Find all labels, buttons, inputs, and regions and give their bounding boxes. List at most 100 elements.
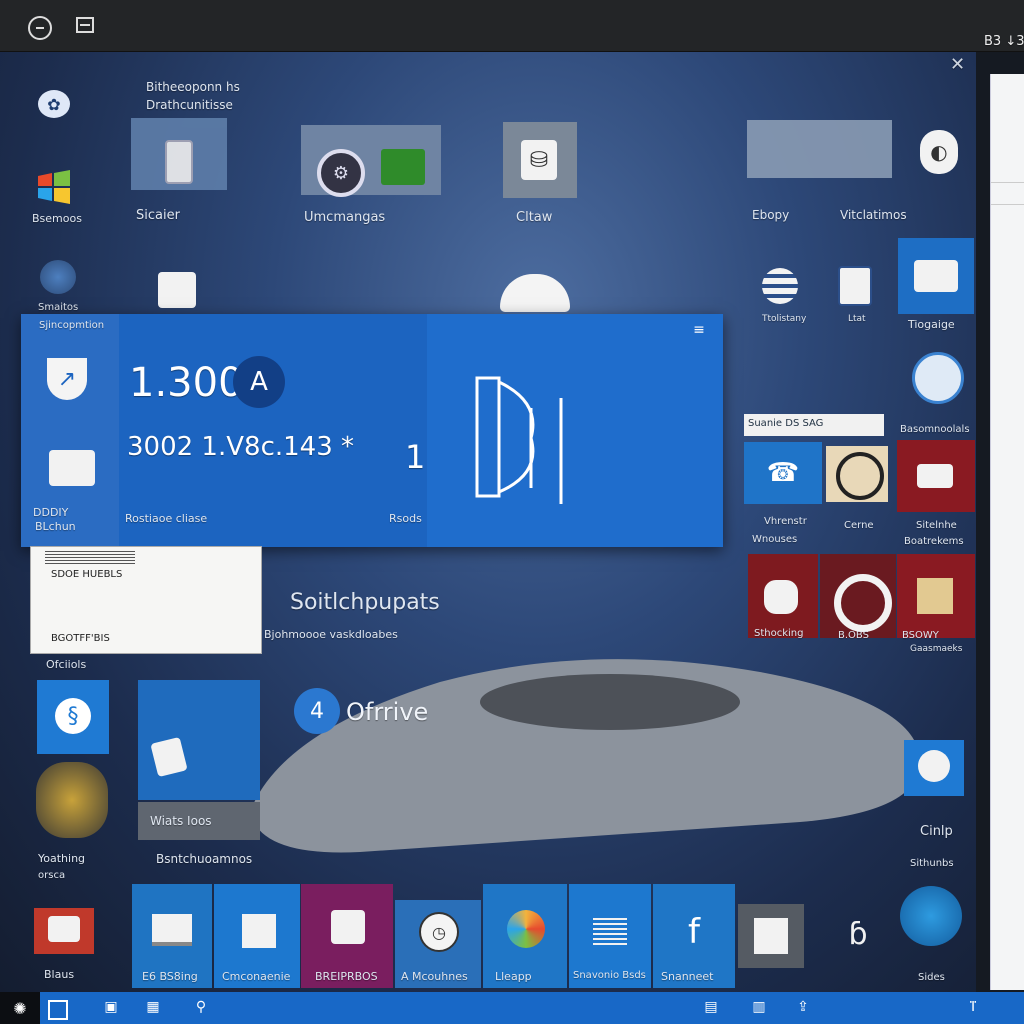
left-lower-label-2: Wiats Ioos — [150, 814, 212, 828]
start-desktop: ✕ Bitheeoponn hs Drathcunitisse ✿ Bsemoo… — [0, 52, 976, 992]
letter-f-icon: f — [688, 912, 700, 952]
bag-icon: ⛁ — [521, 140, 557, 180]
bottom-tile-7[interactable]: f Snanneet — [653, 884, 735, 988]
right-mid-header-left: Suanie DS SAG — [748, 418, 824, 429]
tray-right-icon[interactable]: ⴶ — [962, 996, 984, 1018]
close-icon[interactable]: ✕ — [950, 54, 965, 75]
briefcase-icon — [49, 450, 95, 486]
right-mid-header: Suanie DS SAG — [744, 414, 884, 436]
globe-icon[interactable]: ✿ — [38, 90, 70, 118]
hero-left-column: Sjincopmtion ↗ DDDIY BLchun — [21, 314, 119, 547]
left-lower-label-6: Blaus — [44, 968, 75, 981]
tile-phone[interactable] — [131, 118, 227, 190]
bottom-tile-4-label: A Mcouhnes — [401, 970, 468, 983]
headset-icon[interactable]: ◐ — [920, 130, 958, 174]
sheet-line — [991, 204, 1024, 205]
tile-clock[interactable] — [826, 446, 888, 502]
right-label-r1-1: Vhrenstr — [764, 516, 807, 527]
bottom-tile-1[interactable]: E6 BS8ing — [132, 884, 212, 988]
tile-settings[interactable]: ⚙ — [301, 125, 441, 197]
left-lower-label-5: Bsntchuoamnos — [156, 852, 253, 866]
tile-contact[interactable]: ☎ — [744, 442, 822, 504]
person-icon: ☎ — [766, 458, 800, 488]
bottom-tile-4[interactable]: ◷ A Mcouhnes — [395, 900, 481, 988]
tile-chat[interactable] — [904, 740, 964, 796]
right-label-r1-2: Cerne — [844, 520, 874, 531]
bottom-tile-5[interactable]: Lleapp — [483, 884, 567, 988]
blue-orb-icon[interactable] — [900, 886, 962, 946]
right-small-label-3: Tiogaige — [908, 318, 955, 331]
task-view-icon[interactable] — [48, 1000, 68, 1020]
tray-volume-icon[interactable]: ▥ — [748, 996, 770, 1018]
tile-label-cltaw: Cltaw — [516, 210, 553, 225]
pen-note-icon — [242, 914, 276, 948]
document-outline-icon — [475, 376, 563, 504]
picture-icon — [150, 736, 188, 778]
left-lower-label-4: orsca — [38, 870, 66, 881]
tray-up-icon[interactable]: ⇪ — [792, 996, 814, 1018]
side-document-sheet[interactable] — [990, 74, 1024, 990]
drive-label[interactable]: Ofrrive — [346, 698, 428, 726]
drive-badge[interactable]: 4 — [294, 688, 340, 734]
tray-network-icon[interactable]: ▤ — [700, 996, 722, 1018]
left-rail-label-2[interactable]: Smaitos — [38, 302, 78, 313]
bottom-tile-doc[interactable] — [738, 904, 804, 968]
cloud-icon[interactable] — [500, 274, 570, 312]
window-icon[interactable] — [76, 17, 94, 33]
search-icon[interactable]: ⚲ — [190, 996, 212, 1018]
left-rail-label-1[interactable]: Bsemoos — [32, 212, 82, 225]
bottom-tile-2-label: Cmconaenie — [222, 970, 291, 983]
header-line2: Drathcunitisse — [146, 98, 233, 112]
sheet-line — [991, 182, 1024, 183]
bottom-tile-1-label: E6 BS8ing — [142, 970, 198, 983]
swirl-icon[interactable]: ɓ — [838, 914, 878, 954]
bottom-tile-7-label: Snanneet — [661, 970, 714, 983]
tile-label-vitclatimos: Vitclatimos — [840, 208, 907, 222]
doc-line-1: SDOE HUEBLS — [51, 569, 123, 580]
fingerprint-icon[interactable] — [36, 762, 108, 838]
left-lower-label-1: Ofciiols — [46, 658, 87, 671]
title-bar: B3 ↓3 — [0, 0, 1024, 52]
menu-icon[interactable]: ≡ — [691, 322, 707, 338]
taskbar-app-2-icon[interactable]: ▦ — [142, 996, 164, 1018]
right-label-r1-3: Sitelnhe — [916, 520, 957, 531]
hero-panel[interactable]: Sjincopmtion ↗ DDDIY BLchun 1.300 A 3002… — [21, 314, 723, 547]
hero-right-panel: ≡ — [427, 314, 723, 547]
laptop-icon — [152, 914, 192, 946]
hero-left-bottom-2: BLchun — [35, 520, 76, 533]
right-bottom-label-3: Sides — [918, 972, 945, 983]
header-line1: Bitheeoponn hs — [146, 80, 240, 94]
document-panel[interactable]: SDOE HUEBLS BGOTFF'BIS — [30, 546, 262, 654]
start-button[interactable]: ✺ — [0, 992, 40, 1024]
map-icon — [917, 578, 953, 614]
tile-photos[interactable] — [898, 238, 974, 314]
tile-label-umcmangas: Umcmangas — [304, 210, 386, 225]
bottom-tile-3[interactable]: BREIPRBOS — [301, 884, 393, 988]
device-shape — [250, 659, 920, 853]
shield-icon: ↗ — [47, 358, 87, 400]
color-ball-icon — [507, 910, 545, 948]
tile-presentation[interactable] — [34, 908, 94, 954]
book-icon[interactable] — [838, 266, 872, 306]
hero-value-1: 1.300 — [129, 360, 244, 406]
windows-logo-icon[interactable] — [36, 170, 72, 204]
bottom-tile-6[interactable]: Snavonio Bsds — [569, 884, 651, 988]
circle-back-icon[interactable] — [28, 16, 52, 40]
s-icon: § — [55, 698, 91, 734]
globe-cloud-icon[interactable] — [912, 352, 964, 404]
ball-icon[interactable] — [762, 268, 798, 304]
tile-onedrive[interactable]: § — [37, 680, 109, 754]
doc-lines — [45, 551, 135, 565]
tile-red-1[interactable] — [897, 440, 975, 512]
bottom-tile-2[interactable]: Cmconaenie — [214, 884, 300, 988]
list-icon — [593, 918, 627, 946]
taskbar-app-1-icon[interactable]: ▣ — [100, 996, 122, 1018]
tile-photo-large[interactable] — [138, 680, 260, 800]
hero-side-number: 1 — [405, 438, 426, 476]
tile-blank-gray[interactable] — [747, 120, 892, 178]
slides-icon — [48, 916, 80, 942]
ring-icon — [836, 452, 884, 500]
speaker-icon[interactable] — [158, 272, 196, 308]
tile-store[interactable]: ⛁ — [503, 122, 577, 198]
blur-circle-icon[interactable] — [40, 260, 76, 294]
